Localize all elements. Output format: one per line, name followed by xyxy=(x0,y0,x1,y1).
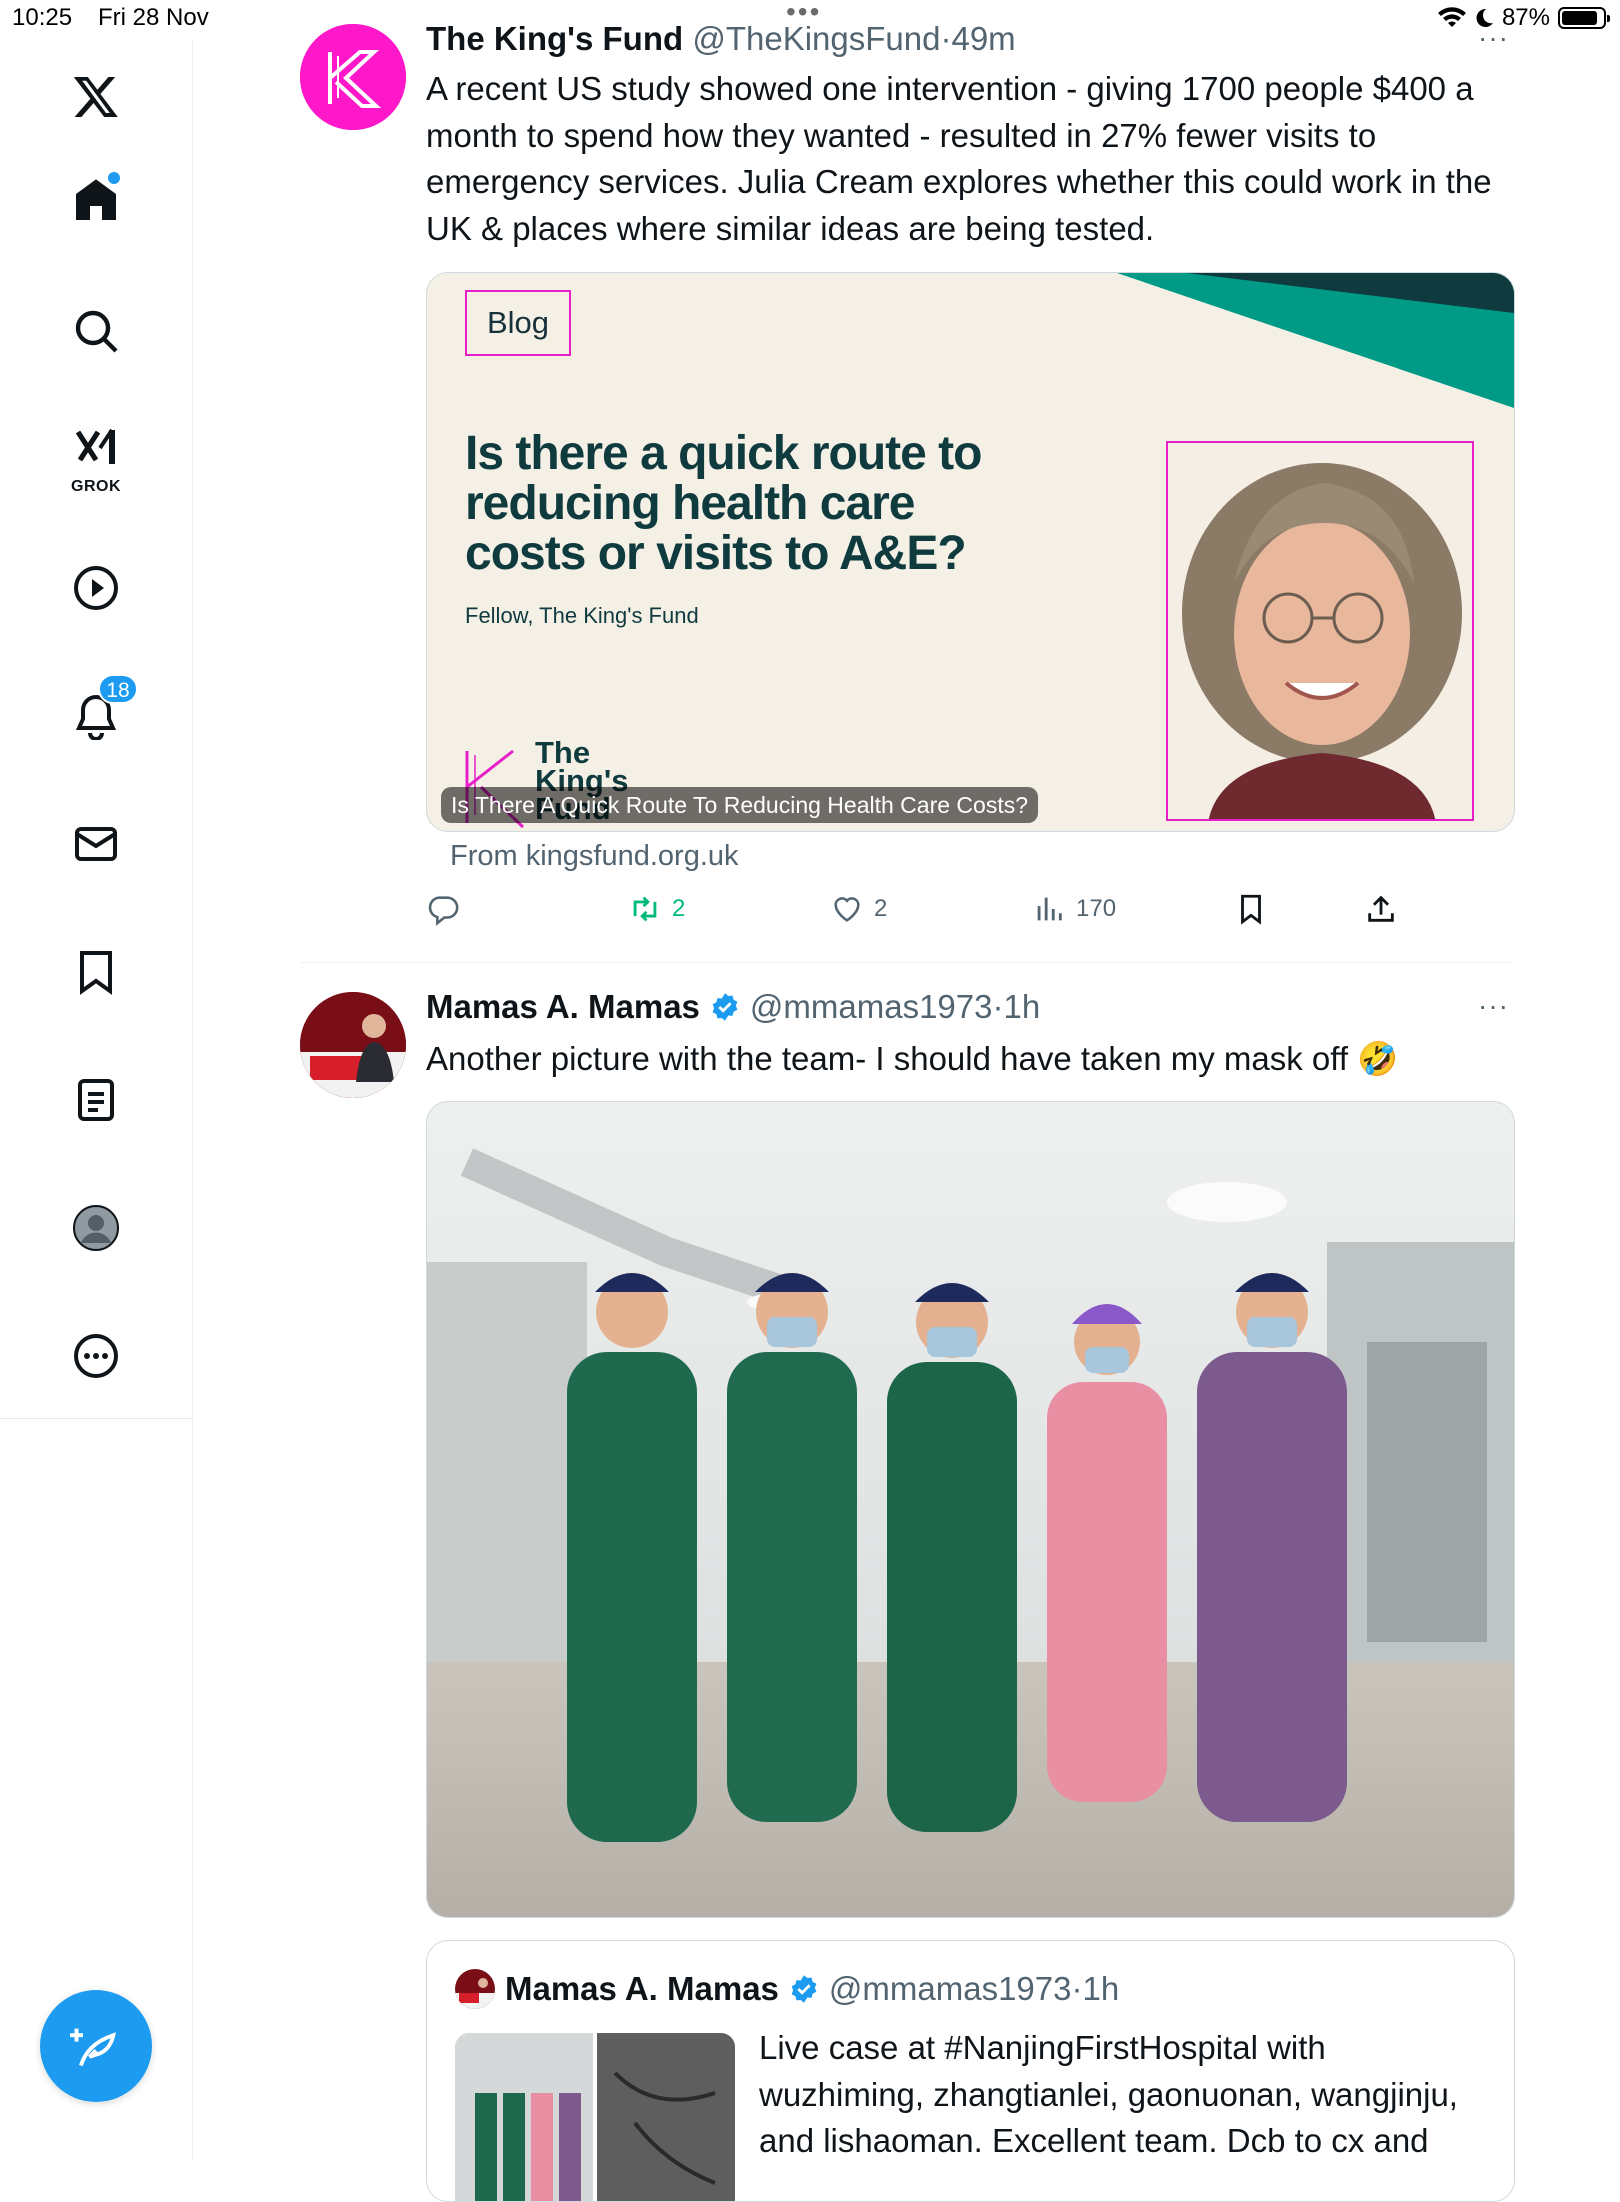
list-icon xyxy=(78,1079,114,1121)
kings-fund-logo-icon xyxy=(300,24,406,130)
share-button[interactable] xyxy=(1364,892,1398,926)
bookmark-icon xyxy=(80,951,112,995)
wifi-icon xyxy=(1437,7,1466,27)
card-decoration-stripes xyxy=(1117,273,1514,408)
notification-count-badge: 18 xyxy=(98,674,138,704)
nav-profile[interactable] xyxy=(60,1192,132,1264)
nav-notifications[interactable]: 18 xyxy=(60,674,138,752)
card-title: Is there a quick route to reducing healt… xyxy=(465,427,982,580)
heart-icon xyxy=(834,897,860,922)
compose-button[interactable] xyxy=(40,1990,152,2102)
speaker-avatar-image xyxy=(300,992,406,1098)
retweet-button[interactable]: 2 xyxy=(628,892,685,926)
reply-icon xyxy=(428,896,459,926)
battery-percent: 87% xyxy=(1501,4,1550,31)
bookmark-icon xyxy=(1241,894,1261,925)
separator: · xyxy=(992,988,1004,1025)
more-options-icon[interactable]: ··· xyxy=(1478,22,1509,54)
tweet-divider xyxy=(300,962,1514,963)
bookmark-button[interactable] xyxy=(1234,892,1268,926)
quote-media-thumbnail[interactable] xyxy=(455,2033,735,2201)
more-options-icon[interactable]: ··· xyxy=(1478,990,1509,1022)
status-date: Fri 28 Nov xyxy=(98,4,209,31)
tweet-text: A recent US study showed one interventio… xyxy=(426,70,1492,247)
quote-header: Mamas A. Mamas @mmamas1973 · 1h xyxy=(455,1969,1119,2009)
battery-fill xyxy=(1562,11,1597,25)
like-button[interactable]: 2 xyxy=(830,892,887,926)
verified-badge-icon xyxy=(791,1975,817,2003)
author-name[interactable]: Mamas A. Mamas xyxy=(426,988,700,1026)
card-caption: Is There A Quick Route To Reducing Healt… xyxy=(441,787,1039,823)
author-name[interactable]: The King's Fund xyxy=(426,20,683,58)
sidebar-border xyxy=(192,1420,193,2160)
like-count: 2 xyxy=(874,895,888,922)
share-icon xyxy=(1368,895,1394,922)
timestamp[interactable]: 1h xyxy=(1004,988,1041,1026)
multitask-dots-icon[interactable]: ••• xyxy=(786,0,821,26)
link-card[interactable]: Blog Is there a quick route to reducing … xyxy=(426,272,1515,832)
author-photo xyxy=(1166,441,1474,821)
quote-avatar xyxy=(455,1969,495,2009)
team-photo-image xyxy=(427,1102,1514,1917)
tweet-header: The King's Fund @TheKingsFund · 49m xyxy=(426,20,1016,58)
profile-icon xyxy=(73,1205,119,1251)
sidebar-divider xyxy=(0,1418,192,1419)
grok-icon xyxy=(75,428,115,464)
separator: · xyxy=(940,20,952,57)
quote-author-name[interactable]: Mamas A. Mamas xyxy=(505,1970,779,2008)
quote-timestamp: 1h xyxy=(1082,1970,1120,2007)
separator: · xyxy=(1071,1970,1083,2007)
author-handle[interactable]: @TheKingsFund xyxy=(692,20,940,58)
views-icon xyxy=(1037,897,1062,921)
verified-badge-icon xyxy=(712,993,738,1021)
nav-home[interactable] xyxy=(60,164,132,236)
view-count: 170 xyxy=(1076,895,1117,922)
avatar[interactable] xyxy=(300,992,406,1098)
nav-explore[interactable] xyxy=(60,295,132,367)
nav-grok[interactable]: GROK xyxy=(60,420,132,495)
search-icon xyxy=(75,310,118,353)
nav-bookmarks[interactable] xyxy=(60,936,132,1008)
quote-author-handle[interactable]: @mmamas1973 xyxy=(829,1970,1072,2008)
tweet-text: Another picture with the team- I should … xyxy=(426,1040,1399,1077)
quote-text: Live case at #NanjingFirstHospital with … xyxy=(759,2029,1458,2159)
retweet-icon xyxy=(633,896,657,922)
tweet-photo[interactable] xyxy=(426,1101,1515,1918)
nav-more[interactable] xyxy=(60,1320,132,1392)
card-source[interactable]: From kingsfund.org.uk xyxy=(450,840,739,873)
nav-messages[interactable] xyxy=(60,808,132,880)
quoted-tweet[interactable]: Mamas A. Mamas @mmamas1973 · 1h Live cas… xyxy=(426,1940,1515,2202)
more-icon xyxy=(74,1334,118,1378)
card-subtitle: Fellow, The King's Fund xyxy=(465,603,699,628)
grok-label: GROK xyxy=(71,478,121,495)
reply-button[interactable] xyxy=(426,892,470,926)
battery-icon xyxy=(1558,7,1610,29)
timestamp[interactable]: 49m xyxy=(951,20,1015,58)
views-button[interactable]: 170 xyxy=(1032,892,1116,926)
avatar[interactable] xyxy=(300,24,406,130)
mail-icon xyxy=(75,827,117,861)
nav-lists[interactable] xyxy=(60,1064,132,1136)
play-icon xyxy=(74,566,118,610)
x-logo-icon[interactable] xyxy=(60,60,132,132)
status-indicators: 87% xyxy=(1437,4,1610,32)
author-handle[interactable]: @mmamas1973 xyxy=(750,988,993,1026)
home-unread-dot xyxy=(108,172,120,184)
nav-video[interactable] xyxy=(60,552,132,624)
card-tag: Blog xyxy=(465,290,571,356)
compose-icon xyxy=(70,2028,116,2067)
left-sidebar: GROK 18 xyxy=(0,40,193,1420)
tweet-header: Mamas A. Mamas @mmamas1973 · 1h xyxy=(426,988,1040,1026)
status-time: 10:25 xyxy=(12,4,73,31)
retweet-count: 2 xyxy=(672,895,686,922)
